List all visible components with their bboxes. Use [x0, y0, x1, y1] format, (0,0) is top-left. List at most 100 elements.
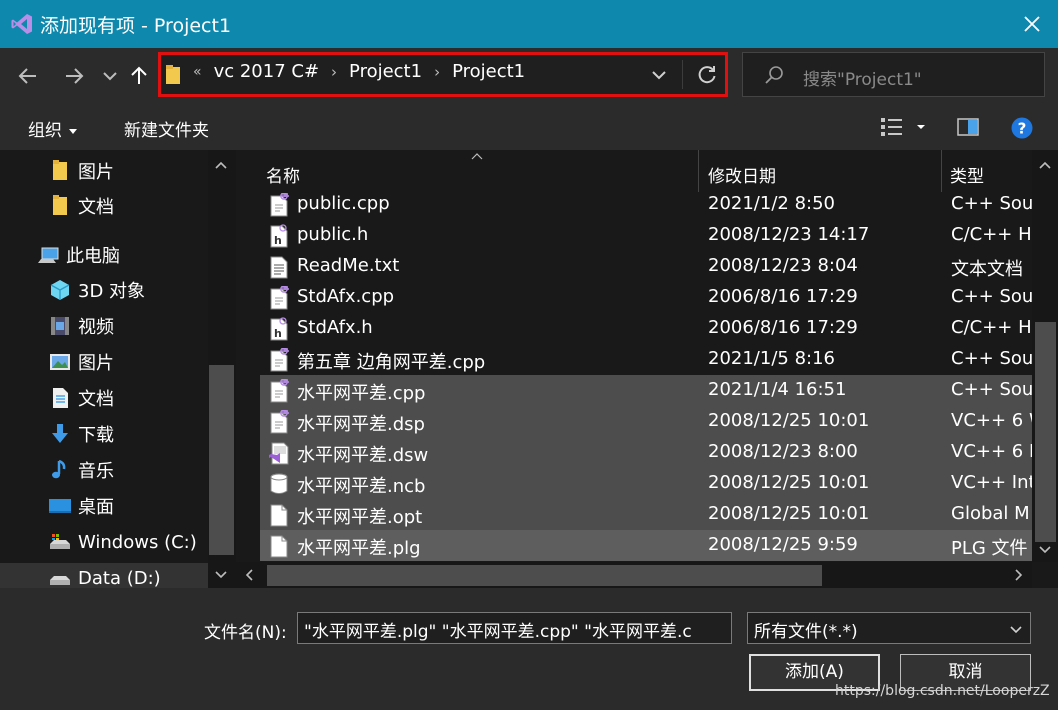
breadcrumb-item[interactable]: vc 2017 C#: [214, 61, 319, 82]
file-modified-date: 2008/12/25 10:01: [708, 503, 870, 524]
chevron-down-icon[interactable]: [649, 65, 669, 85]
file-type: VC++ 6 P: [951, 441, 1040, 462]
file-type: C++ Sour: [951, 348, 1041, 369]
file-row[interactable]: h public.h 2008/12/23 14:17 C/C++ He: [260, 220, 1042, 251]
file-row[interactable]: 第五章 边角网平差.cpp 2021/1/5 8:16 C++ Sour: [260, 344, 1042, 375]
sidebar-item-label: 桌面: [78, 497, 114, 518]
back-icon[interactable]: [14, 62, 42, 90]
file-name: 第五章 边角网平差.cpp: [297, 352, 486, 373]
file-modified-date: 2008/12/25 9:59: [708, 534, 858, 555]
sidebar-item-music[interactable]: 音乐: [48, 455, 114, 485]
horizontal-scroll-thumb[interactable]: [267, 565, 822, 586]
window-title: 添加现有项 - Project1: [40, 15, 232, 37]
file-modified-date: 2006/8/16 17:29: [708, 317, 858, 338]
breadcrumb-overflow[interactable]: «: [193, 64, 202, 80]
sidebar-item-videos[interactable]: 视频: [48, 311, 114, 341]
column-divider[interactable]: [941, 150, 942, 192]
search-box[interactable]: 搜索"Project1": [742, 52, 1045, 97]
close-icon[interactable]: [1018, 10, 1046, 38]
chevron-right-icon[interactable]: ›: [434, 63, 440, 81]
sidebar-item-pictures[interactable]: 图片: [48, 347, 114, 377]
sidebar-item-downloads[interactable]: 下载: [48, 419, 114, 449]
file-row[interactable]: 水平网平差.dsp 2008/12/25 10:01 VC++ 6 W: [260, 406, 1042, 437]
sidebar-item-3d-objects[interactable]: 3D 对象: [48, 275, 145, 305]
file-row[interactable]: StdAfx.cpp 2006/8/16 17:29 C++ Sour: [260, 282, 1042, 313]
refresh-icon[interactable]: [696, 64, 718, 86]
file-type-select[interactable]: 所有文件(*.*): [747, 612, 1031, 644]
file-row[interactable]: 水平网平差.cpp 2021/1/4 16:51 C++ Sour: [260, 375, 1042, 406]
file-row[interactable]: ReadMe.txt 2008/12/23 8:04 文本文档: [260, 251, 1042, 282]
breadcrumb-item[interactable]: Project1: [452, 61, 525, 82]
svg-text:h: h: [274, 327, 282, 340]
file-name: 水平网平差.opt: [297, 507, 423, 528]
preview-pane-icon[interactable]: [956, 116, 980, 138]
filename-input[interactable]: "水平网平差.plg" "水平网平差.cpp" "水平网平差.c: [297, 612, 732, 644]
sidebar-scroll-thumb[interactable]: [209, 365, 234, 555]
file-modified-date: 2021/1/2 8:50: [708, 193, 835, 214]
sidebar-item-this-pc[interactable]: 此电脑: [36, 240, 120, 270]
view-options-icon[interactable]: [880, 116, 904, 138]
file-row[interactable]: h StdAfx.h 2006/8/16 17:29 C/C++ He: [260, 313, 1042, 344]
new-folder-button[interactable]: 新建文件夹: [124, 116, 209, 141]
file-type: Global M: [951, 503, 1030, 524]
file-modified-date: 2008/12/23 8:00: [708, 441, 858, 462]
file-type: C/C++ He: [951, 224, 1042, 245]
chevron-up-icon[interactable]: [1038, 160, 1052, 170]
file-type: C++ Sour: [951, 286, 1041, 307]
file-name: StdAfx.cpp: [297, 286, 395, 307]
toolbar: 组织 新建文件夹 ?: [0, 104, 1058, 150]
cpp-file-icon: [270, 379, 289, 403]
chevron-left-icon[interactable]: [244, 568, 254, 582]
column-divider[interactable]: [698, 150, 699, 192]
chevron-right-icon[interactable]: [1014, 568, 1024, 582]
navigation-bar: « vc 2017 C# › Project1 › Project1 搜索"Pr…: [0, 48, 1058, 104]
chevron-down-icon[interactable]: [1038, 545, 1052, 555]
search-icon: [765, 66, 783, 84]
sidebar-item-label: 视频: [78, 317, 114, 338]
file-row[interactable]: 水平网平差.opt 2008/12/25 10:01 Global M: [260, 499, 1042, 530]
text-file-icon: [270, 256, 288, 279]
sidebar-item-label: 下载: [78, 425, 114, 446]
chevron-right-icon[interactable]: ›: [331, 63, 337, 81]
chevron-down-icon[interactable]: [214, 570, 228, 580]
blank-file-icon: [270, 535, 288, 558]
file-type: C++ Sour: [951, 193, 1041, 214]
sidebar-item-label: 文档: [78, 197, 114, 218]
sidebar-item-desktop[interactable]: 桌面: [48, 491, 114, 521]
organize-label: 组织: [28, 121, 62, 141]
up-icon[interactable]: [125, 62, 153, 90]
sidebar-item-label: 3D 对象: [78, 281, 146, 302]
file-list: 名称 修改日期 类型 public.cpp 2021/1/2 8:50 C++ So…: [236, 150, 1058, 588]
download-icon: [52, 424, 68, 443]
svg-text:?: ?: [1018, 120, 1027, 138]
sidebar-item-drive-c[interactable]: Windows (C:): [48, 527, 197, 557]
file-row[interactable]: 水平网平差.dsw 2008/12/23 8:00 VC++ 6 P: [260, 437, 1042, 468]
folder-icon: [166, 65, 180, 84]
file-type: 文本文档: [951, 259, 1023, 280]
sidebar-item-pictures-pinned[interactable]: 图片: [48, 156, 114, 186]
forward-icon[interactable]: [60, 62, 88, 90]
sidebar-item-documents-pinned[interactable]: 文档: [48, 191, 114, 221]
chevron-down-icon[interactable]: [914, 120, 928, 134]
file-modified-date: 2008/12/23 8:04: [708, 255, 858, 276]
help-icon[interactable]: ?: [1010, 116, 1034, 140]
file-row[interactable]: 水平网平差.ncb 2008/12/25 10:01 VC++ Inte: [260, 468, 1042, 499]
file-modified-date: 2008/12/23 14:17: [708, 224, 870, 245]
file-name: 水平网平差.plg: [297, 538, 421, 559]
search-input[interactable]: 搜索"Project1": [803, 65, 922, 90]
file-name: public.h: [297, 224, 369, 245]
file-type-value: 所有文件(*.*): [754, 622, 858, 642]
file-list-scroll-thumb[interactable]: [1035, 322, 1056, 542]
address-bar[interactable]: « vc 2017 C# › Project1 › Project1: [158, 52, 728, 97]
sidebar-item-documents[interactable]: 文档: [48, 383, 114, 413]
chevron-up-icon[interactable]: [214, 160, 228, 170]
recent-locations-icon[interactable]: [96, 62, 124, 90]
file-row[interactable]: public.cpp 2021/1/2 8:50 C++ Sour: [260, 189, 1042, 220]
file-modified-date: 2006/8/16 17:29: [708, 286, 858, 307]
organize-button[interactable]: 组织: [28, 116, 77, 141]
svg-text:h: h: [274, 234, 282, 247]
cpp-file-icon: [270, 348, 289, 372]
breadcrumb-item[interactable]: Project1: [349, 61, 422, 82]
file-row[interactable]: 水平网平差.plg 2008/12/25 9:59 PLG 文件: [260, 530, 1042, 561]
file-type: VC++ Inte: [951, 472, 1042, 493]
